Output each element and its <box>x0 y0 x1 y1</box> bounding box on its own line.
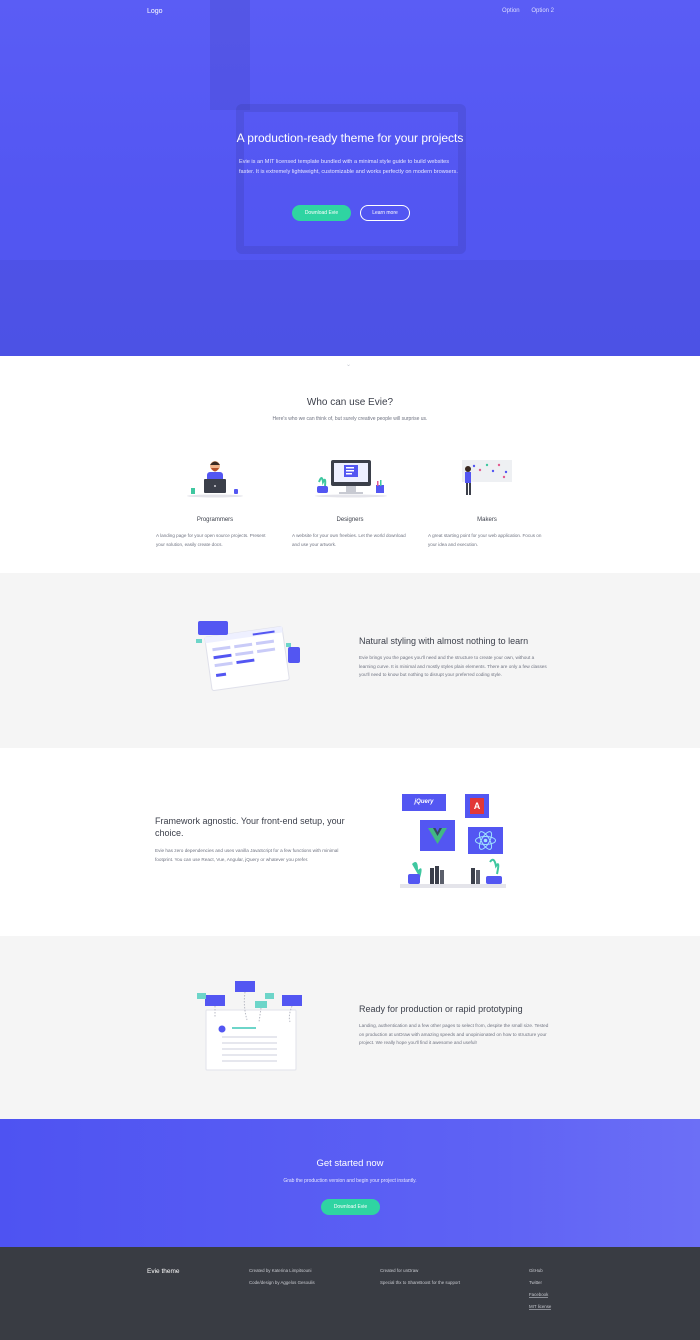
nav-option[interactable]: Option <box>502 8 520 14</box>
cta-title: Get started now <box>316 1158 384 1169</box>
download-button[interactable]: Download Evie <box>292 205 351 221</box>
feature-natural-styling: Natural styling with almost nothing to l… <box>0 573 700 748</box>
feature-title-styling: Natural styling with almost nothing to l… <box>359 636 529 646</box>
footer-link-github[interactable]: GitHub <box>529 1268 543 1273</box>
cta-section: Get started now Grab the production vers… <box>0 1119 700 1247</box>
nav-option-2[interactable]: Option 2 <box>531 8 554 14</box>
hero-title: A production-ready theme for your projec… <box>236 131 464 145</box>
feature-text-styling: Evie brings you the pages you'll need an… <box>359 655 547 677</box>
feature-text-production: Landing, authentication and a few other … <box>359 1023 549 1045</box>
designer-illustration <box>315 460 387 498</box>
feature-title-production: Ready for production or rapid prototypin… <box>359 1004 523 1014</box>
cta-download-button[interactable]: Download Evie <box>321 1199 380 1215</box>
who-title: Who can use Evie? <box>306 397 394 408</box>
top-nav: Option Option 2 <box>492 8 554 14</box>
angular-icon: A <box>470 798 484 814</box>
hero-text: Evie is an MIT licensed template bundled… <box>239 159 458 175</box>
footer <box>0 1247 700 1340</box>
jquery-logo: jQuery <box>402 794 446 811</box>
footer-credit-4: Special thx to ShareBoost for the suppor… <box>380 1280 461 1285</box>
logo[interactable]: Logo <box>147 8 163 15</box>
card-text-designers: A website for your own freebies. Let the… <box>292 533 406 547</box>
footer-credit-3: Created for unDraw <box>380 1268 419 1273</box>
cta-text: Grab the production version and begin yo… <box>283 1178 417 1184</box>
who-subtitle: Here's who we can think of, but surely c… <box>272 416 428 422</box>
feature-text-framework: Evie has zero dependencies and uses vani… <box>155 848 339 862</box>
hero-bg-shape <box>210 0 250 110</box>
vue-logo <box>420 820 455 851</box>
react-logo <box>468 827 503 854</box>
programmer-illustration <box>187 461 243 498</box>
styling-illustration <box>196 621 300 691</box>
card-title-programmers: Programmers <box>196 517 234 523</box>
footer-link-facebook[interactable]: Facebook <box>529 1292 549 1298</box>
learn-more-button[interactable]: Learn more <box>360 205 410 221</box>
chevron-down-icon[interactable]: ⌄ <box>346 361 351 368</box>
hero-desk-shape <box>0 260 700 356</box>
vue-icon <box>428 828 447 844</box>
angular-logo: A <box>465 794 489 818</box>
prototyping-illustration <box>197 981 302 1071</box>
hero-section: Logo Option Option 2 A production-ready … <box>0 0 700 356</box>
card-text-programmers: A landing page for your open source proj… <box>156 533 266 547</box>
maker-illustration <box>462 460 512 495</box>
footer-link-license[interactable]: MIT license <box>529 1304 552 1310</box>
footer-credit-1: Created by Katerina Limpitsouni <box>249 1268 312 1273</box>
hero-laptop-shape <box>236 104 466 254</box>
card-title-makers: Makers <box>477 517 497 523</box>
feature-title-framework: Framework agnostic. Your front-end setup… <box>155 816 345 838</box>
footer-link-twitter[interactable]: Twitter <box>529 1280 542 1285</box>
feature-production: Ready for production or rapid prototypin… <box>0 936 700 1119</box>
feature-framework: Framework agnostic. Your front-end setup… <box>0 748 700 936</box>
card-title-designers: Designers <box>336 517 364 523</box>
shelf-illustration <box>400 858 506 888</box>
react-icon <box>475 831 496 850</box>
card-text-makers: A great starting point for your web appl… <box>428 533 542 547</box>
footer-credit-2: Code/design by Aggelos Gesoulis <box>249 1280 315 1285</box>
footer-title: Evie theme <box>147 1268 180 1275</box>
